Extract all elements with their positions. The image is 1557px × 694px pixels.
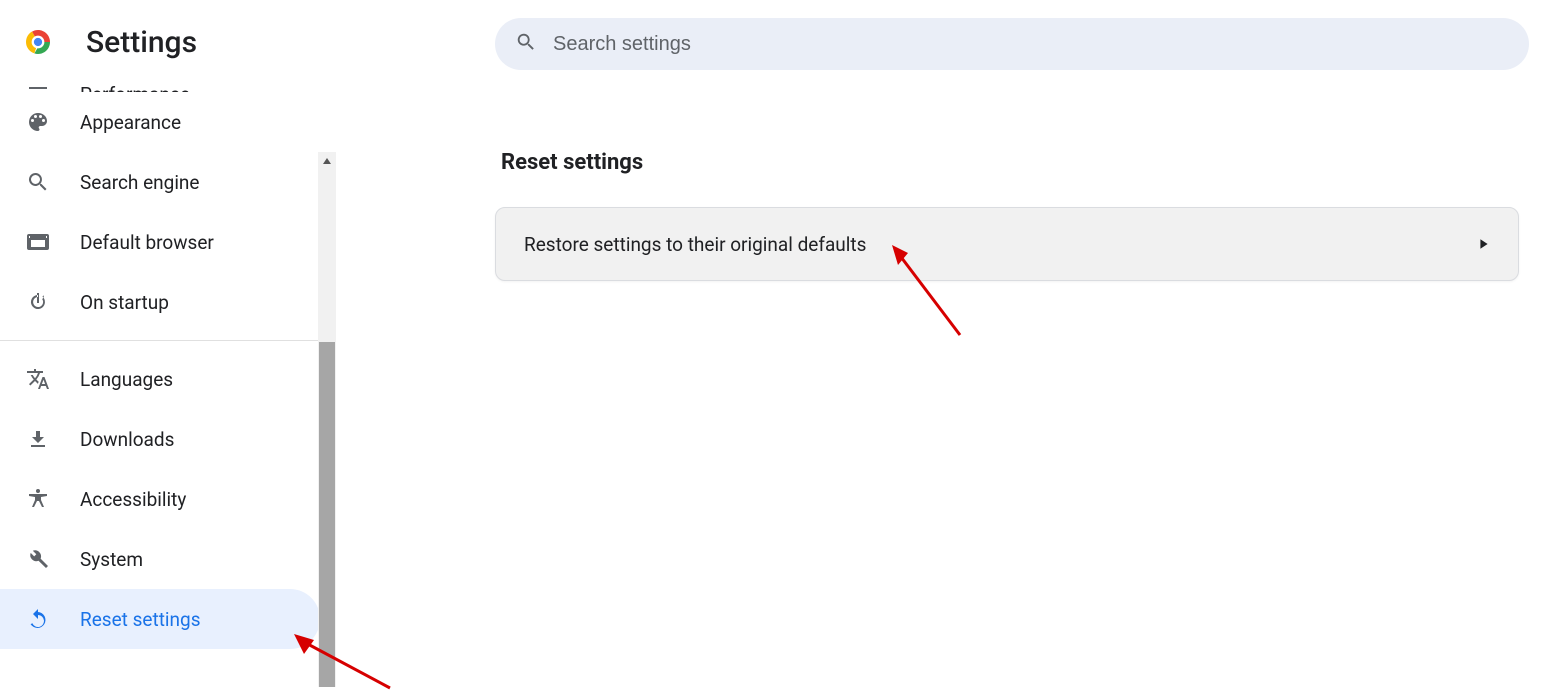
sidebar-item-label: On startup [80,291,169,314]
sidebar-item-languages[interactable]: Languages [0,349,320,409]
reset-icon [26,607,50,631]
sidebar-item-label: Default browser [80,231,214,254]
sidebar-item-reset-settings[interactable]: Reset settings [0,589,320,649]
search-input[interactable] [551,32,1509,57]
sidebar-item-label: Search engine [80,171,200,194]
palette-icon [26,110,50,134]
accessibility-icon [26,487,50,511]
performance-icon [26,82,50,92]
sidebar-item-appearance[interactable]: Appearance [0,92,320,152]
download-icon [26,427,50,451]
sidebar-item-search-engine[interactable]: Search engine [0,152,320,212]
translate-icon [26,367,50,391]
wrench-icon [26,547,50,571]
sidebar-item-label: Reset settings [80,608,201,631]
sidebar-item-label: Accessibility [80,488,186,511]
restore-defaults-label: Restore settings to their original defau… [524,233,866,256]
sidebar-item-label: Languages [80,368,173,391]
sidebar-item-default-browser[interactable]: Default browser [0,212,320,272]
section-title: Reset settings [501,150,1529,175]
scroll-up-arrow-icon[interactable] [318,152,336,170]
app-title: Settings [86,25,197,60]
sidebar-item-label: System [80,548,143,571]
scrollbar-thumb[interactable] [319,342,335,687]
sidebar-item-accessibility[interactable]: Accessibility [0,469,320,529]
power-icon [26,290,50,314]
sidebar-item-label: Downloads [80,428,174,451]
search-icon [26,170,50,194]
sidebar: Performance Appearance Search engine Def… [0,68,336,687]
browser-icon [26,230,50,254]
sidebar-item-label: Performance [80,83,190,92]
search-icon [515,31,537,57]
sidebar-item-label: Appearance [80,111,181,134]
chrome-logo-icon [20,24,56,60]
main-content: Reset settings Restore settings to their… [495,150,1529,281]
search-bar[interactable] [495,18,1529,70]
sidebar-item-performance[interactable]: Performance [0,68,320,92]
sidebar-item-on-startup[interactable]: On startup [0,272,320,332]
sidebar-divider [0,340,336,341]
sidebar-item-system[interactable]: System [0,529,320,589]
restore-defaults-row[interactable]: Restore settings to their original defau… [495,207,1519,281]
chevron-right-icon [1478,235,1490,254]
sidebar-scrollbar[interactable] [318,152,336,687]
sidebar-item-downloads[interactable]: Downloads [0,409,320,469]
